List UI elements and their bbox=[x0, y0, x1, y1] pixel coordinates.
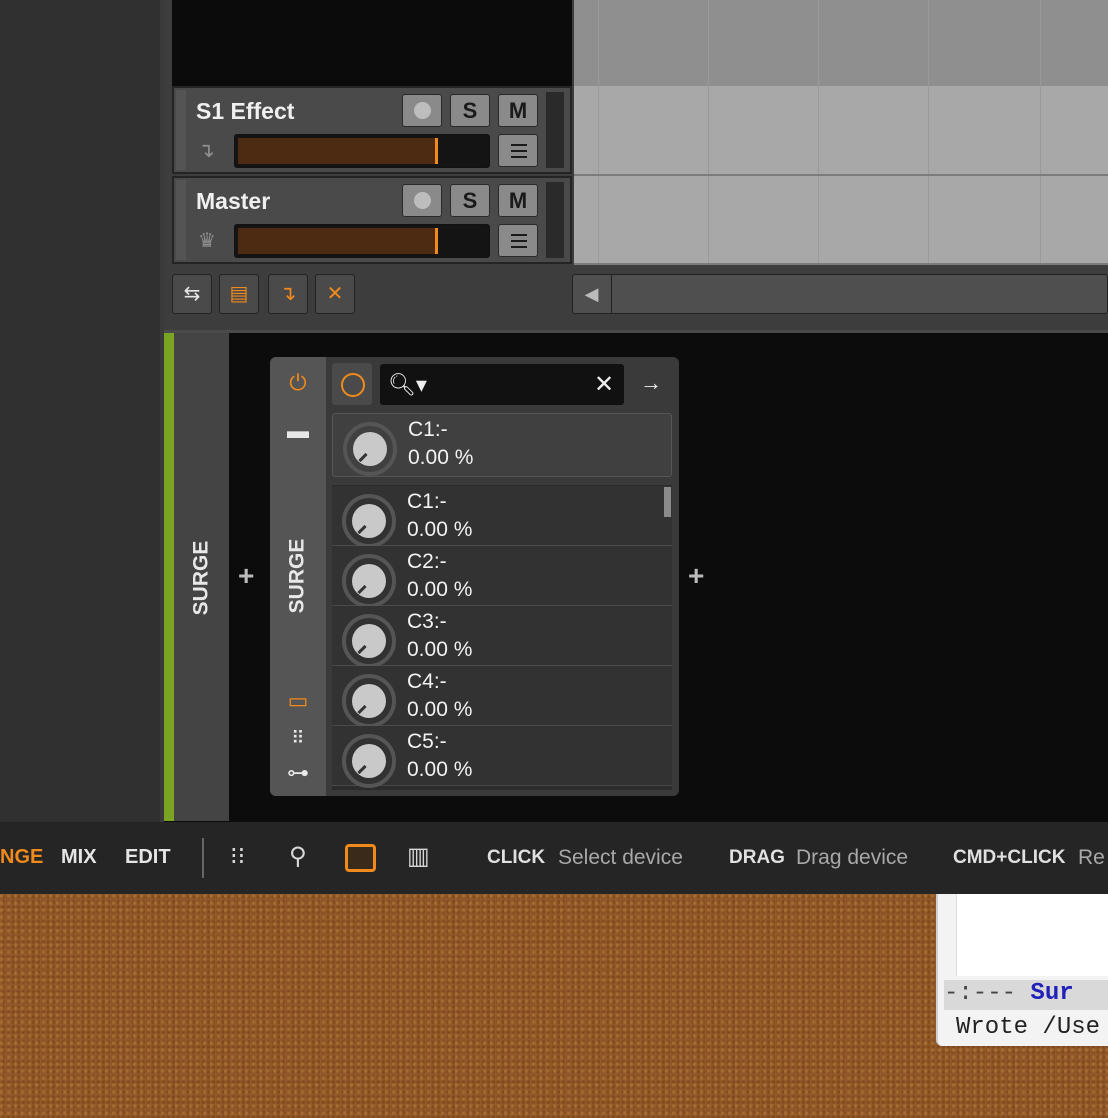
swap-arrows-icon[interactable]: ⇆ bbox=[172, 274, 212, 314]
track-header-empty-area bbox=[172, 0, 572, 86]
search-icon[interactable]: 🔍︎▾ bbox=[388, 372, 427, 398]
parameter-value: 0.00 % bbox=[407, 638, 473, 661]
parameter-value: 0.00 % bbox=[407, 698, 473, 721]
power-icon[interactable]: ⏻ bbox=[270, 370, 326, 396]
arranger-upper-region bbox=[574, 0, 1108, 86]
track-menu-button[interactable] bbox=[498, 134, 538, 167]
scroll-left-icon[interactable]: ◀ bbox=[572, 274, 612, 314]
level-meter bbox=[546, 182, 564, 258]
close-icon[interactable]: ✕ bbox=[594, 370, 614, 399]
mode-mix[interactable]: MIX bbox=[61, 846, 97, 869]
volume-fill bbox=[238, 228, 436, 254]
hint-description: Re bbox=[1078, 846, 1105, 869]
layout-toggle-icon[interactable]: ▤ bbox=[219, 274, 259, 314]
track-row-divider bbox=[574, 174, 1108, 176]
record-arm-button[interactable] bbox=[402, 184, 442, 217]
separator bbox=[202, 838, 204, 878]
parameter-row[interactable]: C2:- 0.00 % bbox=[332, 546, 672, 608]
parameter-name: C4:- bbox=[407, 670, 447, 693]
mode-edit[interactable]: EDIT bbox=[125, 846, 171, 869]
folder-icon[interactable]: ▬ bbox=[270, 418, 326, 444]
knob[interactable] bbox=[342, 614, 396, 668]
volume-cursor[interactable] bbox=[435, 138, 438, 164]
parameter-name: C1:- bbox=[408, 418, 448, 441]
hint-description: Select device bbox=[558, 846, 683, 869]
track-name[interactable]: S1 Effect bbox=[196, 98, 294, 125]
horizontal-scrollbar[interactable] bbox=[572, 274, 1108, 314]
parameter-scrollbar[interactable] bbox=[664, 487, 671, 517]
parameter-value: 0.00 % bbox=[407, 518, 473, 541]
parameter-row[interactable]: C1:- 0.00 % bbox=[332, 486, 672, 548]
grid-line bbox=[708, 0, 709, 264]
arrow-right-icon[interactable]: → bbox=[640, 370, 662, 396]
pinned-parameter[interactable]: C1:- 0.00 % bbox=[332, 413, 672, 477]
record-arm-button[interactable] bbox=[402, 94, 442, 127]
track-menu-button[interactable] bbox=[498, 224, 538, 257]
parameter-name: C3:- bbox=[407, 610, 447, 633]
mixer-icon[interactable]: ▥ bbox=[407, 842, 430, 871]
track-row-divider bbox=[574, 263, 1108, 265]
mute-button[interactable]: M bbox=[498, 184, 538, 217]
close-x-icon[interactable]: ✕ bbox=[315, 274, 355, 314]
grid-dots-icon[interactable]: ⠿ bbox=[270, 728, 326, 749]
hint-key: CMD+CLICK bbox=[953, 847, 1066, 868]
chain-color-bar bbox=[164, 333, 174, 821]
volume-fader[interactable] bbox=[234, 224, 490, 258]
grid-line bbox=[1040, 0, 1041, 264]
emacs-buffer-area[interactable] bbox=[956, 894, 1108, 976]
parameter-value: 0.00 % bbox=[408, 446, 474, 469]
knob[interactable] bbox=[342, 734, 396, 788]
return-arrow-icon[interactable]: ↴ bbox=[268, 274, 308, 314]
knob[interactable] bbox=[343, 422, 397, 476]
volume-fill bbox=[238, 138, 436, 164]
knob[interactable] bbox=[342, 494, 396, 548]
chain-label: SURGE bbox=[189, 540, 213, 616]
note-editor-icon[interactable]: ⁝⁝ bbox=[230, 842, 245, 871]
hint-key: CLICK bbox=[487, 847, 546, 868]
track-header-s1-effect[interactable]: S1 Effect S M ↴ bbox=[172, 86, 572, 174]
grid-line bbox=[598, 0, 599, 264]
track-color-strip bbox=[176, 90, 186, 170]
track-name[interactable]: Master bbox=[196, 188, 270, 215]
parameter-row[interactable]: C5:- 0.00 % bbox=[332, 726, 672, 788]
parameter-value: 0.00 % bbox=[407, 758, 473, 781]
routing-icon[interactable]: ⊶ bbox=[270, 760, 326, 786]
solo-button[interactable]: S bbox=[450, 94, 490, 127]
hint-key: DRAG bbox=[729, 847, 785, 868]
solo-button[interactable]: S bbox=[450, 184, 490, 217]
volume-fader[interactable] bbox=[234, 134, 490, 168]
parameter-name: C2:- bbox=[407, 550, 447, 573]
modeline-buffer-name: Sur bbox=[1030, 980, 1074, 1007]
device-name[interactable]: SURGE bbox=[286, 539, 310, 614]
emacs-echo-area: Wrote /Use bbox=[956, 1014, 1101, 1041]
parameter-value: 0.00 % bbox=[407, 578, 473, 601]
track-header-master[interactable]: Master S M ♛ bbox=[172, 176, 572, 264]
add-device-before-icon[interactable]: + bbox=[238, 560, 254, 592]
crown-icon: ♛ bbox=[198, 230, 216, 252]
modulator-button[interactable] bbox=[332, 363, 372, 405]
parameter-name: C5:- bbox=[407, 730, 447, 753]
parameter-row[interactable]: C4:- 0.00 % bbox=[332, 666, 672, 728]
add-device-after-icon[interactable]: + bbox=[688, 560, 704, 592]
automation-icon[interactable]: ⚲ bbox=[289, 842, 307, 871]
window-icon[interactable]: ▭ bbox=[270, 688, 326, 714]
emacs-modeline: -:--- Sur bbox=[944, 980, 1108, 1010]
volume-cursor[interactable] bbox=[435, 228, 438, 254]
modeline-status: -:--- bbox=[944, 980, 1031, 1007]
knob[interactable] bbox=[342, 554, 396, 608]
return-track-icon: ↴ bbox=[198, 140, 215, 162]
track-color-strip bbox=[176, 180, 186, 260]
grid-line bbox=[928, 0, 929, 264]
parameter-name: C1:- bbox=[407, 490, 447, 513]
mute-button[interactable]: M bbox=[498, 94, 538, 127]
level-meter bbox=[546, 92, 564, 168]
grid-line bbox=[818, 0, 819, 264]
left-panel bbox=[0, 0, 163, 822]
device-panel-icon[interactable] bbox=[345, 844, 376, 872]
hint-description: Drag device bbox=[796, 846, 909, 869]
mode-arrange[interactable]: NGE bbox=[0, 846, 43, 869]
parameter-row[interactable]: C3:- 0.00 % bbox=[332, 606, 672, 668]
knob[interactable] bbox=[342, 674, 396, 728]
